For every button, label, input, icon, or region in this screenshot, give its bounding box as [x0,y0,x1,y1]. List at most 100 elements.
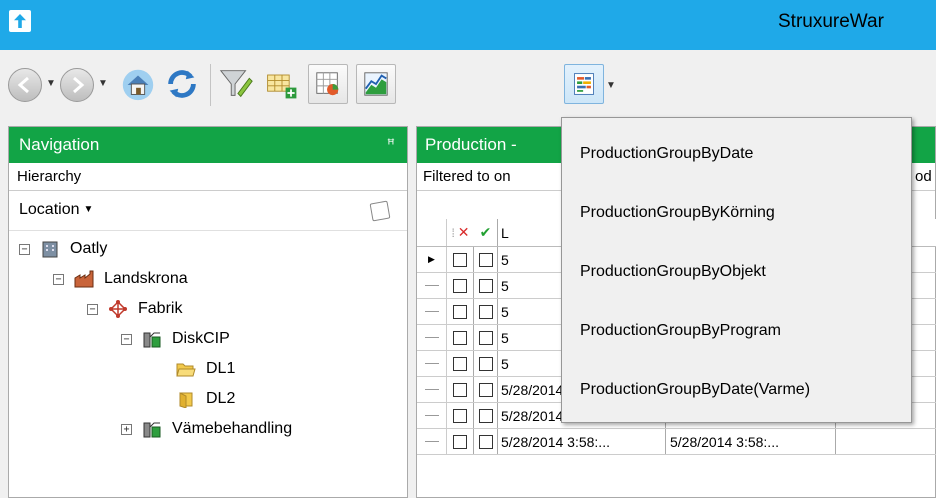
forward-button[interactable] [60,68,94,102]
delete-checkbox[interactable] [453,434,467,449]
menu-item-group-by-korning[interactable]: ProductionGroupByKörning [580,204,775,222]
tree-node-label: Fabrik [138,300,183,317]
row-header[interactable] [417,273,447,298]
forward-dropdown[interactable]: ▼ [98,78,108,89]
collapse-icon[interactable]: − [87,303,98,315]
row-header[interactable] [417,325,447,350]
collapse-icon[interactable]: − [19,243,30,255]
check-checkbox-cell[interactable] [474,325,498,350]
delete-checkbox-cell[interactable] [447,299,474,324]
delete-checkbox-cell[interactable] [447,429,474,454]
check-checkbox[interactable] [478,304,493,319]
expand-icon[interactable]: + [121,423,132,435]
tree-node-fabrik[interactable]: − Fabrik [87,294,182,324]
row-divider [424,285,439,286]
delete-checkbox-cell[interactable] [447,273,474,298]
tree-node-label: DL1 [206,360,236,377]
line-chart-button[interactable] [356,64,396,104]
row-header[interactable] [417,299,447,324]
check-checkbox-cell[interactable] [474,247,498,272]
home-button[interactable] [118,64,158,104]
start-time-cell: 5/28/2014 3:58:... [498,429,666,454]
table-chart-button[interactable] [308,64,348,104]
tree-node-label: Vämebehandling [172,420,293,437]
app-icon[interactable] [9,10,31,32]
check-icon: ✔ [479,224,492,240]
tree-node-diskcip[interactable]: − DiskCIP [121,324,230,354]
check-checkbox[interactable] [478,356,493,371]
tree-node-label: DL2 [206,390,236,407]
row-header[interactable] [417,429,447,454]
check-checkbox[interactable] [478,434,493,449]
check-checkbox[interactable] [478,408,493,423]
delete-checkbox-cell[interactable] [447,377,474,402]
delete-checkbox[interactable] [453,278,467,293]
tree-node-vamebehandling[interactable]: + Vämebehandling [121,414,292,444]
row-divider [424,311,439,312]
delete-checkbox-cell[interactable] [447,325,474,350]
check-checkbox[interactable] [478,330,493,345]
pin-icon[interactable]: ꟸ [387,136,395,153]
delete-checkbox[interactable] [453,304,467,319]
check-checkbox-cell[interactable] [474,377,498,402]
menu-item-group-by-program[interactable]: ProductionGroupByProgram [580,322,781,340]
tree-node-dl1[interactable]: DL1 [176,354,235,384]
delete-checkbox-cell[interactable] [447,247,474,272]
menu-item-group-by-objekt[interactable]: ProductionGroupByObjekt [580,263,766,281]
menu-item-group-by-date[interactable]: ProductionGroupByDate [580,145,753,163]
tree-node-oatly[interactable]: − Oatly [19,234,107,264]
factory-icon [74,270,94,288]
delete-checkbox[interactable] [453,382,467,397]
row-divider [424,415,439,416]
building-icon [40,240,60,258]
row-header[interactable] [417,403,447,428]
check-checkbox-cell[interactable] [474,273,498,298]
row-header[interactable] [417,351,447,376]
tree-node-dl2[interactable]: DL2 [176,384,235,414]
collapse-icon[interactable]: − [121,333,132,345]
location-dropdown[interactable]: Location ▼ [9,191,407,231]
refresh-icon [168,70,196,98]
add-table-button[interactable] [262,64,302,104]
collapse-icon[interactable]: − [53,273,64,285]
check-checkbox[interactable] [478,278,493,293]
back-dropdown[interactable]: ▼ [46,78,56,89]
column-header-l[interactable]: L [498,219,558,246]
row-header-corner [417,219,447,246]
menu-item-group-by-date-varme[interactable]: ProductionGroupByDate(Varme) [580,381,810,399]
delete-column-header[interactable]: ⁞ ✕ [447,219,474,246]
report-button[interactable] [564,64,604,104]
table-chart-icon [316,72,339,96]
tree-node-label: DiskCIP [172,330,230,347]
row-divider [424,337,439,338]
check-column-header[interactable]: ✔ [474,219,498,246]
current-row-indicator-icon: ▶ [428,254,435,264]
check-checkbox[interactable] [478,382,493,397]
check-checkbox[interactable] [478,252,493,267]
filter-edit-button[interactable] [216,64,256,104]
row-divider [424,389,439,390]
tree-node-label: Landskrona [104,270,188,287]
delete-checkbox[interactable] [453,252,467,267]
check-checkbox-cell[interactable] [474,351,498,376]
row-header[interactable] [417,377,447,402]
delete-checkbox-cell[interactable] [447,403,474,428]
delete-checkbox-cell[interactable] [447,351,474,376]
delete-checkbox[interactable] [453,330,467,345]
tree-node-label: Oatly [70,240,108,257]
delete-checkbox[interactable] [453,356,467,371]
locate-icon[interactable] [369,200,391,222]
check-checkbox-cell[interactable] [474,429,498,454]
refresh-button[interactable] [162,64,202,104]
check-checkbox-cell[interactable] [474,299,498,324]
row-header[interactable]: ▶ [417,247,447,272]
network-icon [108,300,128,318]
tree-node-landskrona[interactable]: − Landskrona [53,264,188,294]
back-button[interactable] [8,68,42,102]
report-dropdown-arrow[interactable]: ▼ [606,80,616,91]
table-row[interactable]: 5/28/2014 3:58:... 5/28/2014 3:58:... [417,429,936,455]
delete-checkbox[interactable] [453,408,467,423]
check-checkbox-cell[interactable] [474,403,498,428]
hierarchy-label[interactable]: Hierarchy [9,163,407,191]
row-divider [424,441,439,442]
